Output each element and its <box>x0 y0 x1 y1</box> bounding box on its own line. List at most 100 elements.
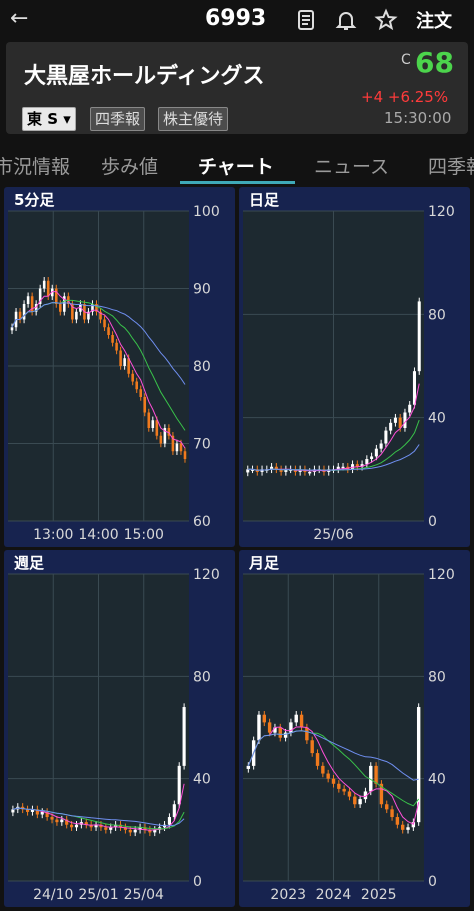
candle <box>315 753 320 766</box>
candle <box>75 311 78 320</box>
price-change: +4 +6.25% <box>361 88 449 106</box>
candle <box>123 358 126 366</box>
candle <box>182 707 186 766</box>
shikiho-badge[interactable]: 四季報 <box>90 107 146 131</box>
y-tick-label: 60 <box>193 514 211 530</box>
stock-code: 6993 <box>205 6 267 31</box>
candle <box>393 417 397 423</box>
y-tick-label: 0 <box>428 874 437 890</box>
chart-panel-monthly[interactable]: 月足 120 80 40 0 2023 2024 2025 <box>239 550 470 907</box>
y-tick-label: 100 <box>193 204 220 220</box>
star-icon[interactable] <box>374 8 398 32</box>
document-icon[interactable] <box>294 8 318 32</box>
tab-chart[interactable]: チャート <box>198 152 274 179</box>
order-button[interactable]: 注文 <box>416 7 452 33</box>
candle <box>262 714 266 723</box>
tab-shikiho[interactable]: 四季報 <box>428 152 474 179</box>
stock-header: 大黒屋ホールディングス C 68 +4 +6.25% 15:30:00 東 S … <box>6 42 468 134</box>
candle <box>305 727 309 741</box>
y-tick-label: 80 <box>193 669 211 685</box>
chart-svg: 120 80 40 0 25/06 <box>243 204 455 543</box>
candle <box>395 817 400 825</box>
y-tick-label: 0 <box>428 514 437 530</box>
chart-panel-weekly[interactable]: 週足 120 80 40 0 24/10 25/01 25/04 <box>4 550 235 907</box>
company-name: 大黒屋ホールディングス <box>24 64 265 89</box>
tab-news[interactable]: ニュース <box>314 152 389 179</box>
candle <box>416 707 421 823</box>
y-tick-label: 80 <box>428 669 446 685</box>
candle <box>417 301 421 372</box>
candle <box>331 778 336 784</box>
x-tick-label: 2024 <box>316 887 352 903</box>
candle <box>42 280 46 289</box>
candle <box>11 809 15 813</box>
candle <box>107 327 110 335</box>
candle <box>139 389 143 397</box>
candle <box>308 471 312 474</box>
candle <box>147 412 151 428</box>
candle <box>403 412 407 428</box>
x-tick-label: 25/01 <box>78 887 118 903</box>
x-tick-label: 14:00 <box>78 527 118 543</box>
candle <box>179 443 183 452</box>
candle <box>341 466 345 469</box>
candle <box>26 296 30 304</box>
yutai-badge[interactable]: 株主優待 <box>158 107 229 131</box>
active-tab-indicator <box>180 181 295 184</box>
candle <box>342 788 346 792</box>
chart-panel-daily[interactable]: 日足 120 80 40 0 25/06 <box>239 187 470 547</box>
top-app-bar: ← 6993 注文 <box>0 0 474 40</box>
candle <box>365 459 369 465</box>
tab-bar: 市況情報 歩み値 チャート ニュース 四季報 <box>0 140 474 184</box>
tab-ticks[interactable]: 歩み値 <box>101 152 158 179</box>
candle <box>70 824 74 828</box>
candle <box>183 451 187 459</box>
candle <box>115 342 118 351</box>
candle <box>60 819 64 823</box>
candle <box>283 732 288 738</box>
candle <box>358 799 362 805</box>
chart-panel-5min[interactable]: 5分足 100 90 80 70 60 13:00 14:00 15:00 <box>4 187 235 547</box>
chart-svg: 120 80 40 0 24/10 25/01 25/04 <box>8 567 220 903</box>
candle <box>159 435 163 444</box>
market-selector[interactable]: 東 S ▾ <box>22 107 76 131</box>
candle <box>278 727 282 738</box>
candle <box>128 829 132 833</box>
candle <box>337 783 341 789</box>
candle <box>155 420 159 436</box>
candle <box>104 827 108 830</box>
close-mark: C <box>401 52 411 68</box>
bell-icon[interactable] <box>334 8 358 32</box>
candle <box>54 288 58 304</box>
y-tick-label: 0 <box>193 874 202 890</box>
y-tick-label: 120 <box>193 567 220 583</box>
candle <box>119 350 122 366</box>
candle <box>111 335 114 343</box>
candle <box>347 791 352 797</box>
candle <box>40 811 44 815</box>
candle <box>135 381 138 390</box>
candle <box>370 456 374 459</box>
tab-market-info[interactable]: 市況情報 <box>0 152 70 179</box>
y-tick-label: 40 <box>193 772 211 788</box>
candle <box>74 824 79 828</box>
candle <box>172 804 176 818</box>
candle <box>177 765 181 805</box>
y-tick-label: 120 <box>428 204 455 220</box>
x-tick-label: 25/04 <box>124 887 164 903</box>
candle <box>408 404 412 413</box>
candle <box>310 740 314 754</box>
y-tick-label: 120 <box>428 567 455 583</box>
candle <box>175 443 179 452</box>
candle <box>406 827 410 830</box>
back-arrow-icon[interactable]: ← <box>10 6 28 31</box>
candle <box>353 796 357 805</box>
y-tick-label: 40 <box>428 772 446 788</box>
x-tick-label: 2023 <box>270 887 306 903</box>
candle <box>299 714 304 728</box>
candle <box>384 430 388 444</box>
y-tick-label: 80 <box>428 307 446 323</box>
y-tick-label: 90 <box>193 282 211 298</box>
y-tick-label: 70 <box>193 437 211 453</box>
candle <box>59 304 62 312</box>
